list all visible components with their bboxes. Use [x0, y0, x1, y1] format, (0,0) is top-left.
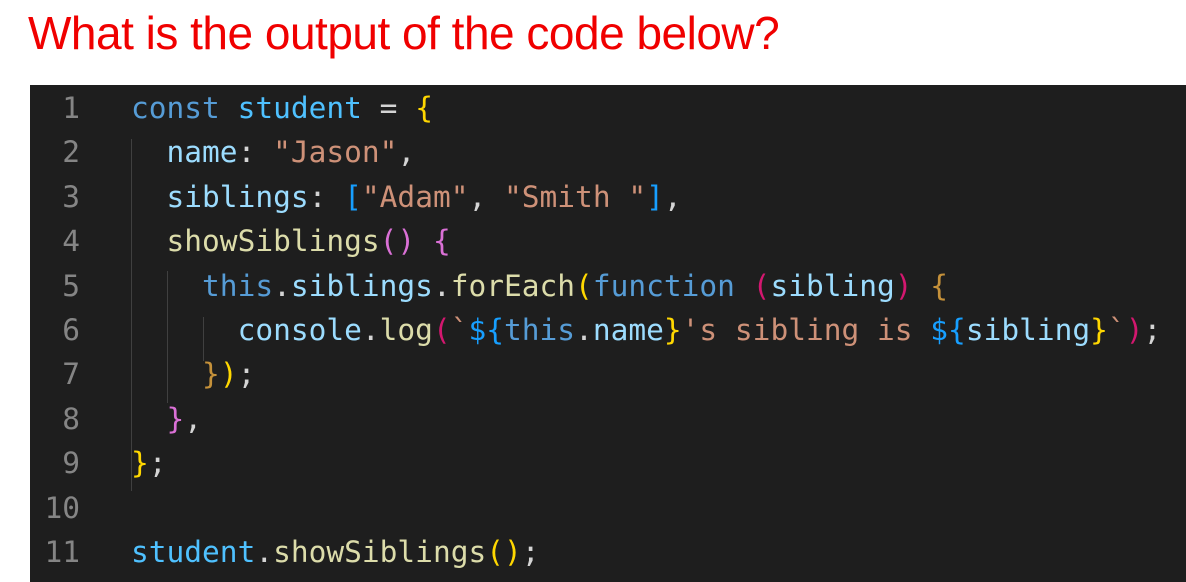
- code-token: ]: [646, 179, 664, 214]
- code-token: .: [361, 313, 380, 347]
- code-editor: 1 const student = {2 name: "Jason", 3 sibl…: [30, 85, 1186, 582]
- code-line: 5 this.siblings.forEach(function (siblin…: [30, 264, 1186, 308]
- code-token: student: [131, 535, 256, 569]
- code-token: siblings: [290, 268, 433, 303]
- code-line: 11 student.showSiblings();: [30, 530, 1186, 574]
- code-text: showSiblings() {: [131, 219, 451, 263]
- code-token: siblings: [131, 179, 309, 214]
- line-number: 11: [44, 535, 80, 569]
- code-token: =: [361, 91, 416, 125]
- code-token: console: [131, 313, 362, 347]
- code-token: ${: [468, 313, 505, 347]
- code-token: }: [131, 401, 185, 436]
- code-token: }: [1090, 313, 1108, 347]
- code-token: .: [273, 268, 291, 303]
- code-token: (: [575, 268, 593, 303]
- code-token: function: [592, 268, 753, 303]
- code-token: (: [432, 313, 451, 347]
- code-token: }: [131, 446, 149, 481]
- code-token: name: [131, 135, 238, 170]
- code-token: ,: [397, 135, 416, 170]
- code-token: (): [486, 535, 522, 569]
- code-token: .: [432, 268, 451, 303]
- code-line: 8 },: [30, 397, 1186, 441]
- code-token: "Smith ": [504, 179, 647, 214]
- code-token: forEach: [450, 268, 576, 303]
- code-token: sibling: [770, 268, 895, 303]
- code-text: student.showSiblings();: [131, 530, 540, 574]
- code-token: showSiblings: [131, 224, 380, 259]
- code-line: 4 showSiblings() {: [30, 219, 1186, 263]
- code-token: ;: [237, 357, 256, 392]
- question-title: What is the output of the code below?: [28, 7, 780, 59]
- line-number: 10: [44, 490, 80, 525]
- code-line: 10: [30, 486, 1186, 530]
- code-text: this.siblings.forEach(function (sibling)…: [131, 264, 948, 308]
- code-token: `: [450, 313, 469, 347]
- code-line: 1 const student = {: [30, 86, 1186, 130]
- code-token: ;: [521, 535, 540, 569]
- line-number: 8: [62, 401, 80, 436]
- code-token: sibling: [965, 313, 1091, 347]
- code-token: ,: [468, 179, 505, 214]
- code-token: this: [504, 313, 576, 347]
- code-token: ): [1125, 313, 1144, 347]
- code-text: siblings: ["Adam", "Smith "],: [131, 175, 682, 219]
- line-number: 5: [62, 268, 80, 303]
- code-line: 2 name: "Jason",: [30, 130, 1186, 174]
- code-token: ,: [663, 179, 682, 214]
- code-token: showSiblings: [273, 535, 487, 569]
- code-line: 9};: [30, 441, 1186, 485]
- code-text: });: [131, 352, 255, 396]
- code-token: [: [344, 179, 362, 214]
- line-number: 2: [62, 135, 80, 170]
- code-text: const student = {: [131, 86, 433, 130]
- code-token: {: [930, 268, 949, 303]
- code-token: {: [432, 224, 451, 259]
- code-token: }: [131, 357, 220, 392]
- code-token: "Adam": [361, 179, 469, 214]
- code-line: 7 });: [30, 352, 1186, 396]
- code-token: ;: [148, 446, 167, 481]
- code-token: "Jason": [273, 135, 398, 170]
- code-token: ): [219, 357, 238, 392]
- code-token: ;: [1143, 313, 1162, 347]
- code-token: name: [592, 313, 664, 347]
- code-token: 's sibling is: [681, 313, 931, 347]
- code-token: this: [131, 268, 274, 303]
- code-token: :: [308, 179, 345, 214]
- line-number: 3: [62, 179, 80, 214]
- code-text: },: [131, 397, 203, 441]
- code-token: student: [237, 91, 362, 125]
- line-number: 6: [62, 313, 80, 347]
- code-token: ${: [930, 313, 966, 347]
- code-text: };: [131, 441, 167, 485]
- code-text: console.log(`${this.name}'s sibling is $…: [131, 308, 1162, 352]
- code-token: (: [752, 268, 771, 303]
- line-number: 1: [62, 91, 80, 125]
- code-line: 3 siblings: ["Adam", "Smith "],: [30, 175, 1186, 219]
- code-token: ,: [184, 401, 203, 436]
- line-number: 9: [62, 446, 80, 481]
- code-token: (): [379, 224, 416, 259]
- line-number: 7: [62, 357, 80, 392]
- code-token: log: [379, 313, 433, 347]
- code-text: name: "Jason",: [131, 130, 416, 174]
- code-token: .: [575, 313, 593, 347]
- code-token: .: [255, 535, 274, 569]
- code-token: const: [131, 91, 238, 125]
- code-token: `: [1107, 313, 1126, 347]
- code-token: ): [894, 268, 913, 303]
- code-token: {: [415, 91, 433, 125]
- code-token: :: [237, 135, 274, 170]
- code-token: }: [663, 313, 682, 347]
- line-number: 4: [62, 224, 80, 259]
- code-line: 6 console.log(`${this.name}'s sibling is…: [30, 308, 1186, 352]
